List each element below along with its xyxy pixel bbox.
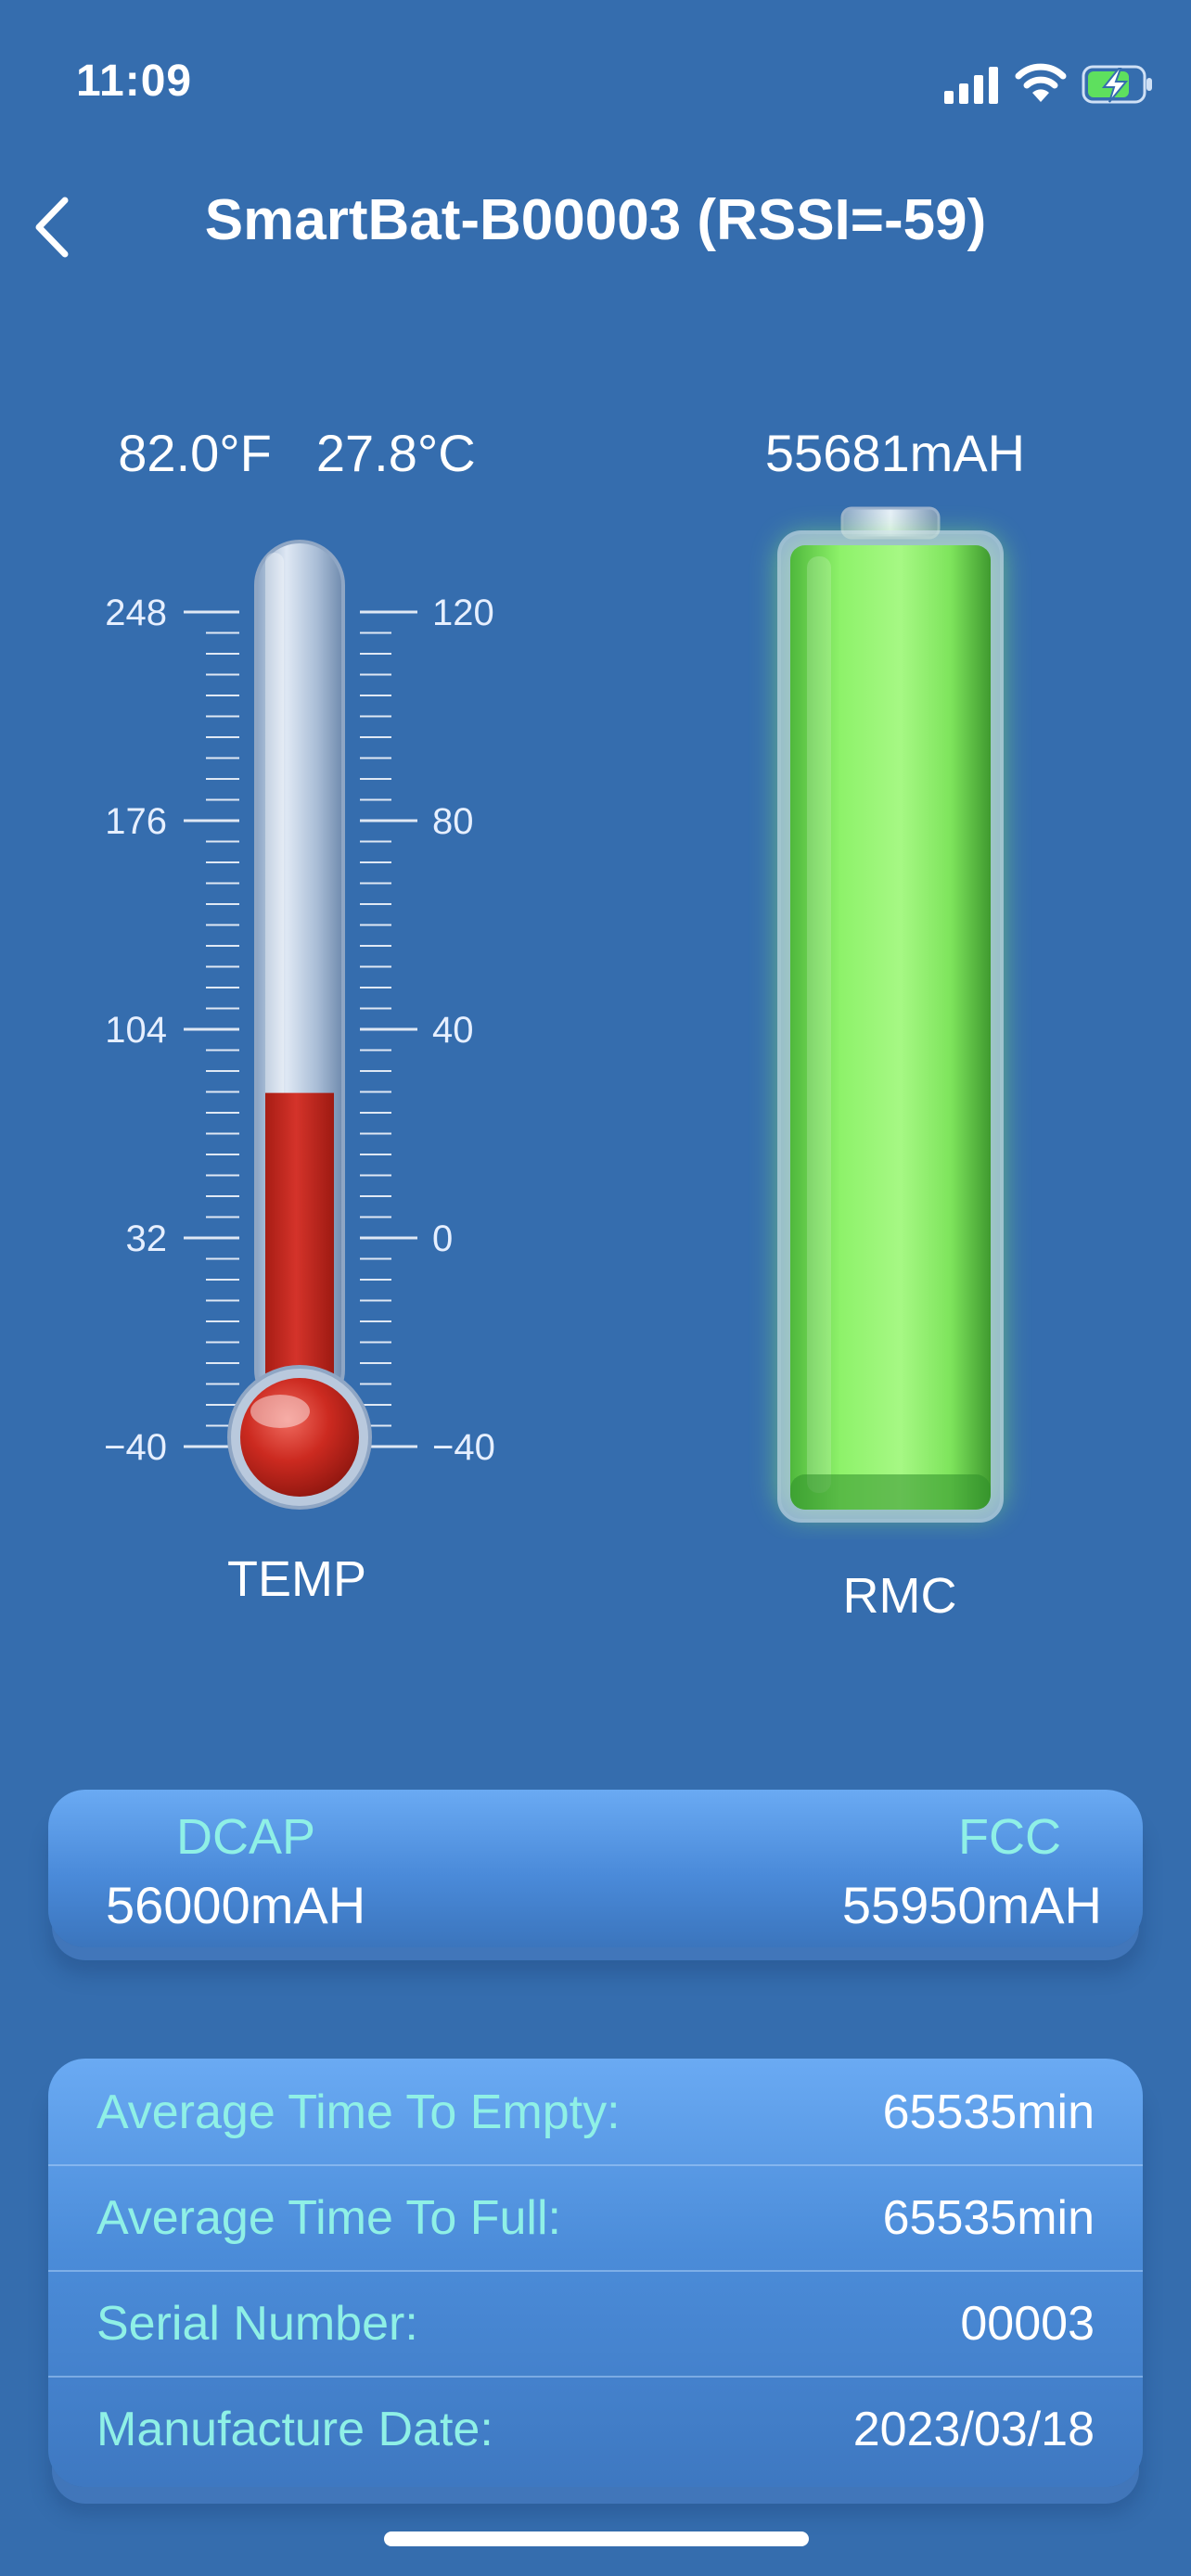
info-value: 00003 (960, 2297, 1095, 2351)
info-row-serial-number: Serial Number: 00003 (48, 2270, 1143, 2378)
temperature-readout: 82.0°F 27.8°C (56, 423, 538, 483)
temp-label: TEMP (226, 1551, 366, 1607)
battery-gauge (777, 506, 1004, 1523)
rmc-label: RMC (842, 1568, 957, 1624)
thermometer-gauge: 248 176 104 32 −40 120 80 40 0 −40 (104, 540, 495, 1510)
fahrenheit-tick-label: 248 (105, 593, 167, 633)
info-row-time-to-full: Average Time To Full: 65535min (48, 2164, 1143, 2272)
fahrenheit-tick-label: 104 (105, 1010, 167, 1051)
temperature-celsius: 27.8°C (315, 424, 476, 482)
page-title: SmartBat-B00003 (RSSI=-59) (204, 188, 987, 252)
info-row-time-to-empty: Average Time To Empty: 65535min (48, 2059, 1143, 2166)
celsius-tick-label: 80 (432, 801, 474, 842)
capacity-card: DCAP 56000mAH FCC 55950mAH (48, 1790, 1143, 1947)
celsius-tick-label: −40 (432, 1427, 495, 1468)
thermometer-bulb (240, 1378, 359, 1497)
fcc-value: 55950mAH (841, 1876, 1102, 1934)
info-label: Serial Number: (96, 2297, 418, 2351)
fahrenheit-tick-label: 32 (126, 1218, 168, 1259)
dcap-label: DCAP (176, 1809, 316, 1865)
fahrenheit-scale: 248 176 104 32 −40 (104, 593, 239, 1468)
celsius-tick-label: 0 (432, 1218, 453, 1259)
info-row-manufacture-date: Manufacture Date: 2023/03/18 (48, 2376, 1143, 2481)
fahrenheit-tick-label: −40 (104, 1427, 167, 1468)
fahrenheit-tick-label: 176 (105, 801, 167, 842)
wifi-icon (1015, 63, 1067, 102)
info-label: Average Time To Empty: (96, 2085, 621, 2139)
celsius-tick-label: 120 (432, 593, 494, 633)
info-value: 2023/03/18 (852, 2403, 1095, 2456)
home-indicator[interactable] (384, 2531, 809, 2546)
info-value: 65535min (882, 2191, 1095, 2245)
battery-charging-icon (1082, 65, 1152, 104)
signal-bars-icon (944, 67, 998, 104)
status-time: 11:09 (76, 57, 193, 106)
celsius-scale: 120 80 40 0 −40 (360, 593, 495, 1468)
dcap-value: 56000mAH (106, 1876, 366, 1934)
celsius-tick-label: 40 (432, 1010, 474, 1051)
battery-info-card: Average Time To Empty: 65535min Average … (48, 2059, 1143, 2487)
fcc-label: FCC (958, 1809, 1061, 1865)
info-label: Manufacture Date: (96, 2403, 493, 2456)
temperature-fahrenheit: 82.0°F (118, 424, 272, 482)
rmc-value: 55681mAH (764, 424, 1026, 482)
info-value: 65535min (882, 2085, 1095, 2139)
info-label: Average Time To Full: (96, 2191, 561, 2245)
